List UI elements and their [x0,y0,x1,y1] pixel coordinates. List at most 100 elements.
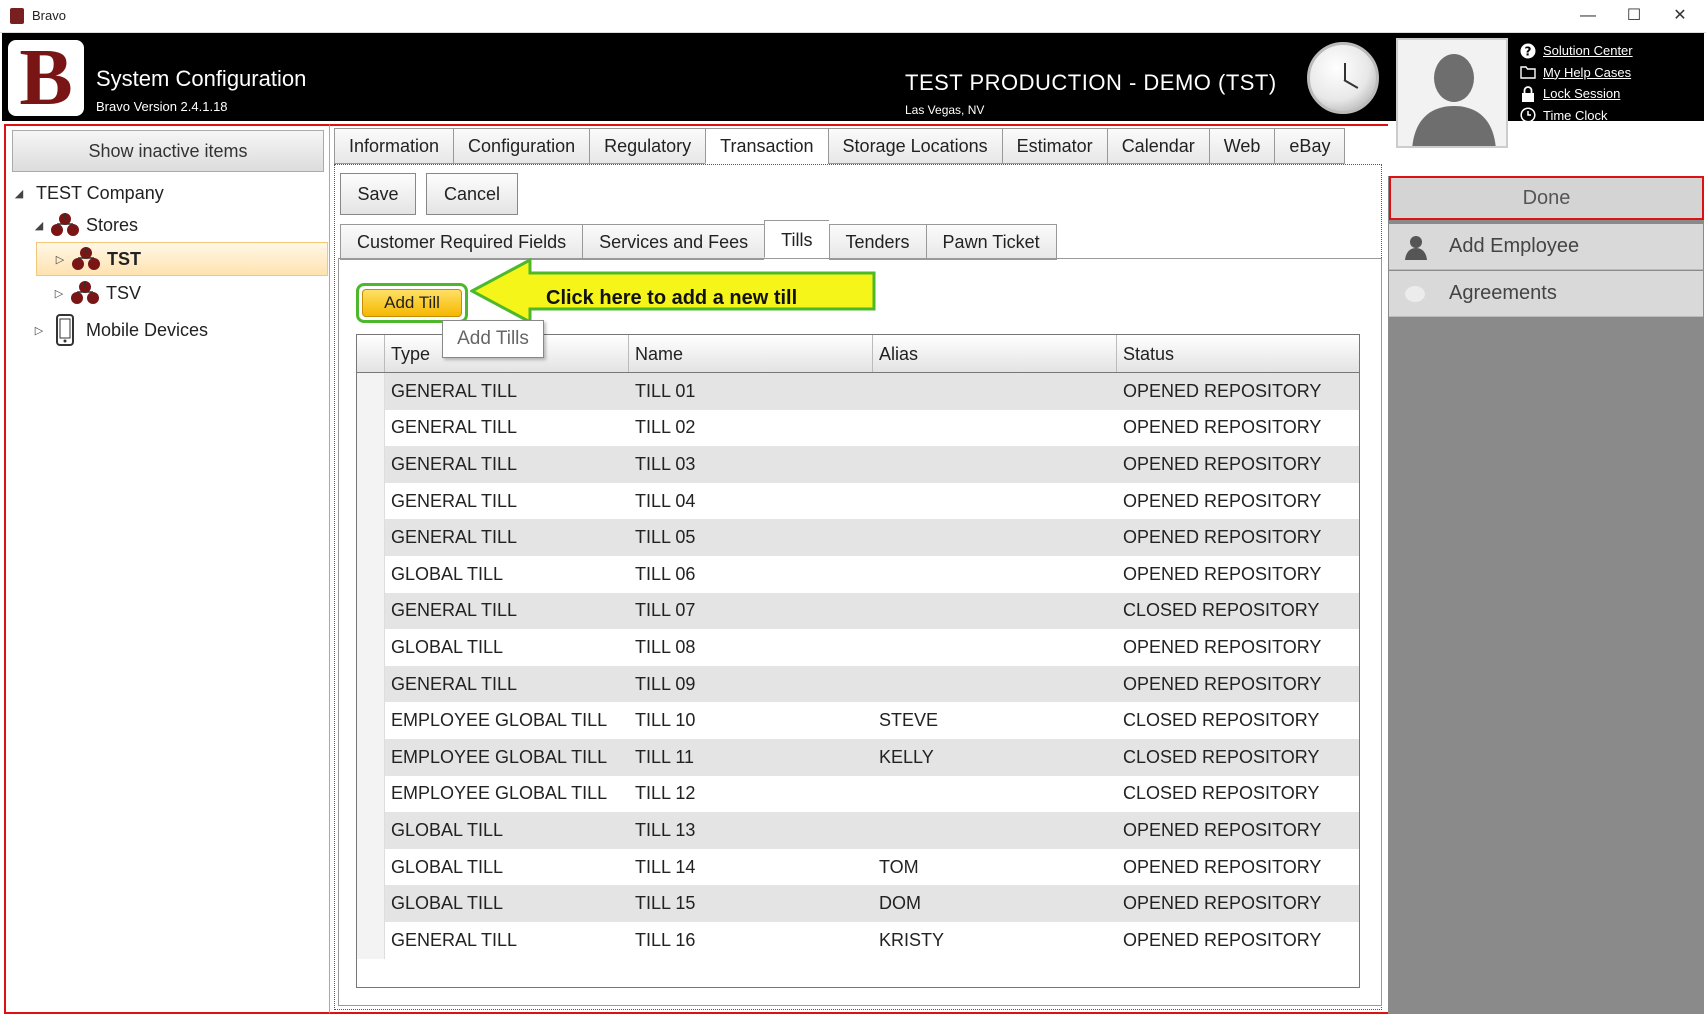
table-row[interactable]: GENERAL TILL TILL 02 OPENED REPOSITORY [357,409,1359,447]
my-help-cases-link[interactable]: My Help Cases [1520,62,1633,84]
row-gutter[interactable] [357,848,385,886]
tab-storage-locations[interactable]: Storage Locations [827,128,1002,164]
main-tabs: Information Configuration Regulatory Tra… [334,128,1346,164]
cell-name: TILL 08 [635,636,696,657]
cell-status: CLOSED REPOSITORY [1123,783,1320,804]
show-inactive-items-button[interactable]: Show inactive items [12,130,324,172]
mobile-device-icon [48,314,82,346]
cell-alias: TOM [879,856,919,877]
add-till-button[interactable]: Add Till [362,289,462,317]
cell-status: CLOSED REPOSITORY [1123,746,1320,767]
row-gutter[interactable] [357,592,385,630]
cancel-button[interactable]: Cancel [426,173,518,215]
table-row[interactable]: GENERAL TILL TILL 01 OPENED REPOSITORY [357,373,1359,410]
solution-center-label: Solution Center [1543,43,1633,59]
table-row[interactable]: GENERAL TILL TILL 05 OPENED REPOSITORY [357,519,1359,556]
close-button[interactable]: ✕ [1660,4,1700,28]
row-gutter[interactable] [357,519,385,556]
expanded-arrow-icon[interactable]: ◢ [30,219,48,232]
tab-tills[interactable]: Tills [764,220,829,258]
table-row[interactable]: GENERAL TILL TILL 03 OPENED REPOSITORY [357,446,1359,483]
cell-status: OPENED REPOSITORY [1123,636,1322,657]
tab-estimator[interactable]: Estimator [1001,128,1107,164]
expanded-arrow-icon[interactable]: ◢ [10,187,28,200]
column-header-alias[interactable]: Alias [873,335,1117,372]
tree-item-company[interactable]: ◢ TEST Company [10,178,328,208]
tab-customer-required-fields[interactable]: Customer Required Fields [340,224,583,260]
tab-transaction[interactable]: Transaction [705,128,828,164]
tab-tenders[interactable]: Tenders [828,224,926,260]
tab-regulatory[interactable]: Regulatory [589,128,706,164]
time-clock-link[interactable]: Time Clock [1520,105,1633,127]
row-gutter[interactable] [357,665,385,703]
row-gutter[interactable] [357,629,385,666]
table-row[interactable]: GENERAL TILL TILL 09 OPENED REPOSITORY [357,665,1359,703]
minimize-button[interactable]: — [1568,4,1608,28]
tree-item-stores-label: Stores [86,214,139,235]
question-icon: ? [1520,43,1536,59]
column-header-name[interactable]: Name [629,335,873,372]
table-row[interactable]: EMPLOYEE GLOBAL TILL TILL 10 STEVE CLOSED R… [357,702,1359,739]
cell-status: OPENED REPOSITORY [1123,819,1322,840]
collapsed-arrow-icon[interactable]: ▷ [51,253,69,266]
table-row[interactable]: GLOBAL TILL TILL 14 TOM OPENED REPOSITORY [357,848,1359,886]
table-row[interactable]: GLOBAL TILL TILL 08 OPENED REPOSITORY [357,629,1359,666]
row-gutter[interactable] [357,555,385,593]
row-gutter[interactable] [357,373,385,410]
cell-type: GENERAL TILL [391,380,518,401]
cell-type: GENERAL TILL [391,417,518,438]
cell-name: TILL 14 [635,856,696,877]
row-gutter[interactable] [357,921,385,959]
row-gutter[interactable] [357,482,385,520]
cell-status: OPENED REPOSITORY [1123,563,1322,584]
cell-status: OPENED REPOSITORY [1123,453,1322,474]
tree-item-store-tsv[interactable]: ▷ TSV [10,276,328,310]
table-row[interactable]: EMPLOYEE GLOBAL TILL TILL 12 CLOSED REPOSI… [357,775,1359,813]
table-row[interactable]: GENERAL TILL TILL 16 KRISTY OPENED REPOSITO… [357,921,1359,959]
tab-pawn-ticket[interactable]: Pawn Ticket [925,224,1057,260]
row-gutter[interactable] [357,812,385,849]
tree-item-mobile-devices[interactable]: ▷ Mobile Devices [10,310,328,350]
add-employee-button[interactable]: Add Employee [1389,224,1703,270]
maximize-button[interactable]: ☐ [1614,4,1654,28]
tree-item-store-tst[interactable]: ▷ TST [36,242,328,276]
row-gutter[interactable] [357,702,385,739]
agreements-button[interactable]: Agreements [1389,271,1703,317]
solution-center-link[interactable]: ? Solution Center [1520,40,1633,62]
collapsed-arrow-icon[interactable]: ▷ [50,287,68,300]
row-gutter[interactable] [357,446,385,483]
tab-calendar[interactable]: Calendar [1106,128,1209,164]
window-title: Bravo [32,8,66,23]
table-row[interactable]: GLOBAL TILL TILL 15 DOM OPENED REPOSITORY [357,885,1359,922]
row-gutter[interactable] [357,775,385,813]
lock-session-label: Lock Session [1543,86,1621,102]
column-header-status[interactable]: Status [1117,335,1357,372]
store-tree: ◢ TEST Company ◢ Stores ▷ TST ▷ TSV ▷ Mo… [10,178,328,350]
done-button[interactable]: Done [1389,176,1704,220]
user-name: DAWN [1427,154,1477,171]
row-gutter[interactable] [357,885,385,922]
add-tills-tooltip: Add Tills [442,320,544,358]
tab-configuration[interactable]: Configuration [453,128,590,164]
tree-item-stores[interactable]: ◢ Stores [10,208,328,242]
cell-name: TILL 02 [635,417,696,438]
table-row[interactable]: GLOBAL TILL TILL 06 OPENED REPOSITORY [357,555,1359,593]
save-button[interactable]: Save [340,173,416,215]
cell-type: GENERAL TILL [391,673,518,694]
table-row[interactable]: EMPLOYEE GLOBAL TILL TILL 11 KELLY CLOSED R… [357,738,1359,776]
row-gutter[interactable] [357,409,385,447]
table-row[interactable]: GENERAL TILL TILL 07 CLOSED REPOSITORY [357,592,1359,630]
table-row[interactable]: GLOBAL TILL TILL 13 OPENED REPOSITORY [357,812,1359,849]
tab-web[interactable]: Web [1208,128,1275,164]
user-avatar[interactable] [1396,38,1508,148]
collapsed-arrow-icon[interactable]: ▷ [30,324,48,337]
lock-session-link[interactable]: Lock Session [1520,83,1633,105]
cell-type: GLOBAL TILL [391,893,504,914]
tree-item-store-tst-label: TST [107,248,141,269]
table-row[interactable]: GENERAL TILL TILL 04 OPENED REPOSITORY [357,482,1359,520]
tab-information[interactable]: Information [334,128,454,164]
tab-services-and-fees[interactable]: Services and Fees [582,224,765,260]
tab-ebay[interactable]: eBay [1274,128,1346,164]
row-gutter[interactable] [357,738,385,776]
cell-alias: KELLY [879,746,934,767]
